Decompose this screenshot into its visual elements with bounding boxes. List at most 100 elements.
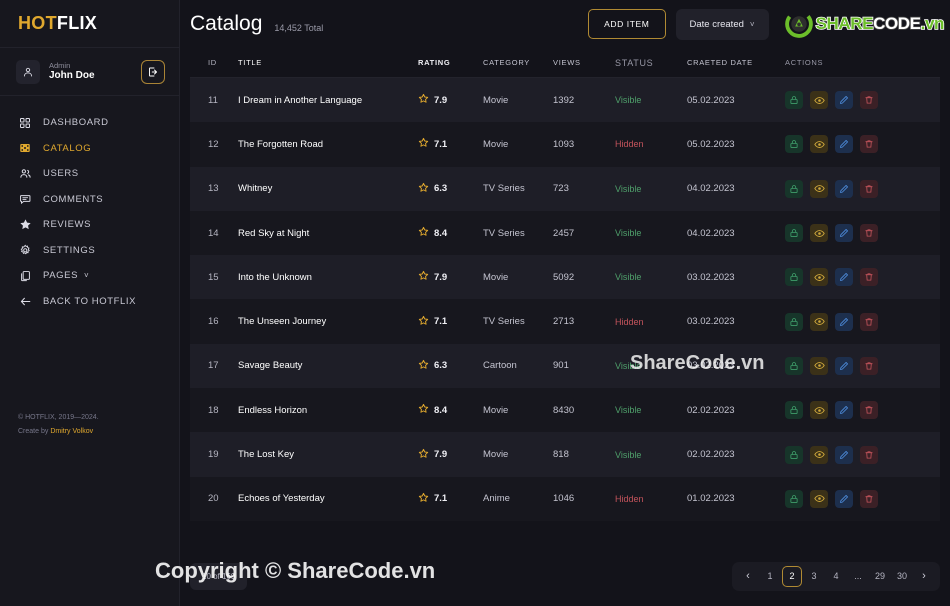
lock-icon[interactable]	[785, 312, 803, 331]
trash-icon[interactable]	[860, 268, 878, 287]
pagination-page-1[interactable]: 1	[760, 566, 780, 587]
eye-icon[interactable]	[810, 312, 828, 331]
eye-icon[interactable]	[810, 268, 828, 287]
user-profile[interactable]: Admin John Doe	[0, 48, 179, 96]
lock-icon[interactable]	[785, 179, 803, 198]
star-icon	[418, 448, 429, 462]
pagination-page-29[interactable]: 29	[870, 566, 890, 587]
pagination-page-30[interactable]: 30	[892, 566, 912, 587]
cell-actions	[785, 268, 878, 287]
trash-icon[interactable]	[860, 224, 878, 243]
table-row[interactable]: 19 The Lost Key 7.9 Movie 818 Visible 02.02.20…	[190, 432, 940, 477]
cell-title[interactable]: Into the Unknown	[238, 272, 418, 283]
rating-value: 8.4	[434, 227, 448, 239]
cell-title[interactable]: Red Sky at Night	[238, 228, 418, 239]
cell-title[interactable]: Savage Beauty	[238, 360, 418, 371]
table-row[interactable]: 18 Endless Horizon 8.4 Movie 8430 Visible 02.0…	[190, 388, 940, 433]
trash-icon[interactable]	[860, 312, 878, 331]
rating-value: 6.3	[434, 360, 448, 372]
lock-icon[interactable]	[785, 91, 803, 110]
sidebar-item-reviews[interactable]: REVIEWS	[0, 212, 179, 238]
cell-title[interactable]: The Lost Key	[238, 449, 418, 460]
cell-title[interactable]: Whitney	[238, 183, 418, 194]
eye-icon[interactable]	[810, 179, 828, 198]
trash-icon[interactable]	[860, 445, 878, 464]
edit-icon[interactable]	[835, 135, 853, 154]
lock-icon[interactable]	[785, 135, 803, 154]
table-row[interactable]: 16 The Unseen Journey 7.1 TV Series 2713 Hidd…	[190, 299, 940, 344]
edit-icon[interactable]	[835, 356, 853, 375]
edit-icon[interactable]	[835, 445, 853, 464]
pagination-page-2[interactable]: 2	[782, 565, 802, 587]
pagination-prev[interactable]: ‹	[738, 566, 758, 587]
sidebar-item-dashboard[interactable]: DASHBOARD	[0, 110, 179, 136]
author-link[interactable]: Dmitry Volkov	[50, 428, 93, 435]
cell-title[interactable]: The Unseen Journey	[238, 316, 418, 327]
cell-title[interactable]: The Forgotten Road	[238, 139, 418, 150]
trash-icon[interactable]	[860, 356, 878, 375]
sidebar-item-pages[interactable]: PAGES ˅	[0, 263, 179, 289]
table-row[interactable]: 15 Into the Unknown 7.9 Movie 5092 Visible 03.…	[190, 255, 940, 300]
edit-icon[interactable]	[835, 91, 853, 110]
pagination-ellipsis[interactable]: ...	[848, 566, 868, 587]
edit-icon[interactable]	[835, 489, 853, 508]
cell-views: 818	[553, 449, 569, 461]
table-row[interactable]: 12 The Forgotten Road 7.1 Movie 1093 Hidden 05…	[190, 122, 940, 167]
lock-icon[interactable]	[785, 489, 803, 508]
table-row[interactable]: 13 Whitney 6.3 TV Series 723 Visible 04.02.202…	[190, 166, 940, 211]
pagination-page-3[interactable]: 3	[804, 566, 824, 587]
eye-icon[interactable]	[810, 356, 828, 375]
edit-icon[interactable]	[835, 224, 853, 243]
sidebar-item-comments[interactable]: COMMENTS	[0, 187, 179, 213]
cell-title[interactable]: Endless Horizon	[238, 405, 418, 416]
topbar: Catalog 14,452 Total ADD ITEM Date creat…	[180, 0, 950, 48]
sidebar-item-users[interactable]: USERS	[0, 161, 179, 187]
pagination-page-4[interactable]: 4	[826, 566, 846, 587]
sidebar-item-catalog[interactable]: CATALOG	[0, 136, 179, 162]
edit-icon[interactable]	[835, 179, 853, 198]
trash-icon[interactable]	[860, 179, 878, 198]
lock-icon[interactable]	[785, 445, 803, 464]
eye-icon[interactable]	[810, 91, 828, 110]
trash-icon[interactable]	[860, 489, 878, 508]
sidebar-item-settings[interactable]: SETTINGS	[0, 238, 179, 264]
cell-title[interactable]: I Dream in Another Language	[238, 95, 418, 106]
eye-icon[interactable]	[810, 445, 828, 464]
lock-icon[interactable]	[785, 268, 803, 287]
trash-icon[interactable]	[860, 91, 878, 110]
cell-title[interactable]: Echoes of Yesterday	[238, 493, 418, 504]
logo-code: CODE	[872, 13, 922, 34]
eye-icon[interactable]	[810, 135, 828, 154]
table-row[interactable]: 20 Echoes of Yesterday 7.1 Anime 1046 Hidden 0…	[190, 476, 940, 521]
column-header-title: TITLE	[238, 58, 262, 67]
table-row[interactable]: 17 Savage Beauty 6.3 Cartoon 901 Visible 03.02…	[190, 343, 940, 389]
cell-actions	[785, 91, 878, 110]
cell-created-date: 03.02.2023	[687, 316, 735, 328]
eye-icon[interactable]	[810, 489, 828, 508]
eye-icon[interactable]	[810, 224, 828, 243]
lock-icon[interactable]	[785, 401, 803, 420]
logout-button[interactable]	[141, 59, 165, 84]
pagination-next[interactable]: ›	[914, 566, 934, 587]
lock-icon[interactable]	[785, 356, 803, 375]
cell-category: Anime	[483, 493, 510, 505]
table-row[interactable]: 11 I Dream in Another Language 7.9 Movie 139…	[190, 78, 940, 123]
eye-icon[interactable]	[810, 401, 828, 420]
sidebar-item-back-to-hotflix[interactable]: BACK TO HOTFLIX	[0, 289, 179, 315]
add-item-button[interactable]: ADD ITEM	[588, 9, 666, 39]
brand-flix: FLIX	[56, 13, 98, 33]
trash-icon[interactable]	[860, 401, 878, 420]
edit-icon[interactable]	[835, 312, 853, 331]
brand-logo[interactable]: HOTFLIX	[18, 13, 97, 34]
edit-icon[interactable]	[835, 268, 853, 287]
lock-icon[interactable]	[785, 224, 803, 243]
table-row[interactable]: 14 Red Sky at Night 8.4 TV Series 2457 Visibl…	[190, 210, 940, 256]
cell-actions	[785, 312, 878, 331]
edit-icon[interactable]	[835, 401, 853, 420]
rating-value: 7.1	[434, 138, 448, 150]
star-icon	[18, 218, 32, 232]
cell-created-date: 05.02.2023	[687, 138, 735, 150]
sort-dropdown[interactable]: Date created ˅	[675, 8, 769, 40]
trash-icon[interactable]	[860, 135, 878, 154]
cell-views: 8430	[553, 404, 575, 416]
